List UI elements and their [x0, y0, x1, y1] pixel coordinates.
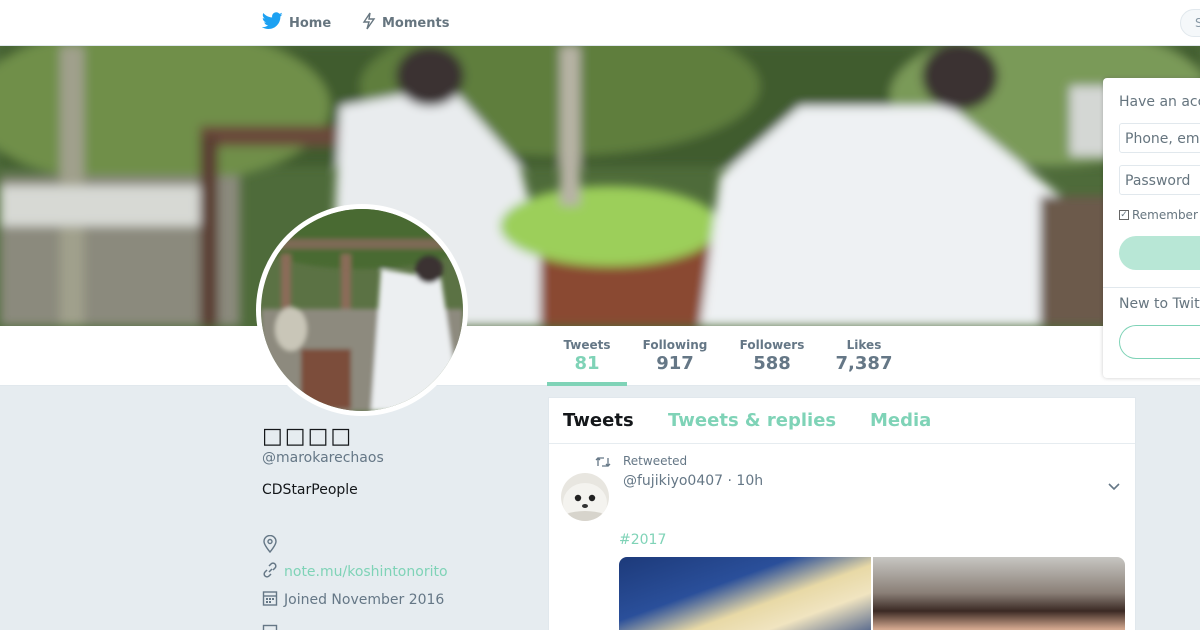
chevron-down-icon[interactable] [1107, 477, 1121, 496]
tweet-time[interactable]: · 10h [728, 473, 764, 489]
tweet-header: @fujikiyo0407 · 10h [623, 473, 763, 489]
signup-button[interactable] [1119, 325, 1200, 359]
username-input[interactable]: Phone, email or username [1119, 123, 1200, 153]
link-icon [262, 561, 278, 583]
profile-bio: CDStarPeople [262, 482, 358, 498]
retweet-icon [595, 453, 611, 472]
profile-photos-row [262, 622, 278, 630]
calendar-icon [262, 589, 278, 611]
nav-moments-label: Moments [382, 15, 450, 31]
login-title: Have an account? [1119, 94, 1200, 110]
profile-handle[interactable]: @marokarechaos [262, 450, 384, 466]
nav-moments[interactable]: Moments [362, 0, 449, 46]
tweet-media[interactable] [619, 557, 1125, 630]
stat-following-label: Following [642, 338, 708, 352]
profile-display-name: □□□□ [262, 424, 354, 449]
stat-followers-value: 588 [753, 353, 791, 374]
retweeted-label: Retweeted [623, 454, 688, 468]
remember-checkbox[interactable]: ✓ [1119, 210, 1129, 220]
login-button[interactable] [1119, 236, 1200, 270]
new-to-twitter-label: New to Twitter? [1119, 296, 1200, 312]
photo-icon [262, 622, 278, 630]
tweet-media-image-2[interactable] [873, 557, 1125, 630]
profile-joined: Joined November 2016 [262, 589, 444, 611]
nav-home-label: Home [289, 15, 332, 31]
stat-likes-label: Likes [846, 338, 882, 352]
lightning-icon [362, 12, 376, 34]
login-card: Have an account? Phone, email or usernam… [1103, 78, 1200, 378]
tab-media[interactable]: Media [870, 410, 931, 431]
stat-followers[interactable]: Followers 588 [734, 326, 810, 386]
tweet-author-avatar[interactable] [561, 473, 609, 521]
profile-website-link[interactable]: note.mu/koshintonorito [284, 564, 448, 580]
twitter-bird-icon [261, 12, 283, 34]
top-navigation: Home Moments S [0, 0, 1200, 46]
password-input[interactable]: Password [1119, 165, 1200, 195]
stat-likes[interactable]: Likes 7,387 [832, 326, 896, 386]
stat-likes-value: 7,387 [835, 353, 893, 374]
login-divider [1103, 287, 1200, 288]
stat-tweets[interactable]: Tweets 81 [547, 326, 627, 386]
stat-following[interactable]: Following 917 [637, 326, 713, 386]
timeline-tabs: Tweets Tweets & replies Media [549, 398, 1135, 444]
profile-joined-label: Joined November 2016 [284, 592, 445, 608]
stat-following-value: 917 [656, 353, 694, 374]
location-pin-icon [262, 534, 278, 557]
profile-location [262, 534, 278, 557]
stat-tweets-value: 81 [574, 353, 600, 374]
tab-tweets-replies[interactable]: Tweets & replies [668, 410, 836, 431]
profile-banner [0, 46, 1200, 326]
stat-tweets-label: Tweets [563, 338, 611, 352]
nav-home[interactable]: Home [261, 0, 332, 46]
stat-followers-label: Followers [739, 338, 805, 352]
search-input[interactable]: S [1180, 9, 1200, 37]
profile-avatar[interactable] [256, 204, 468, 416]
remember-me[interactable]: ✓ Remember me [1119, 208, 1200, 222]
profile-stats-bar: Tweets 81 Following 917 Followers 588 Li… [0, 326, 1200, 386]
tweet-author-handle[interactable]: @fujikiyo0407 [623, 473, 723, 489]
tweet-media-image-1[interactable] [619, 557, 871, 630]
timeline: Tweets Tweets & replies Media Retweeted … [548, 397, 1136, 630]
remember-label: Remember me [1132, 208, 1200, 222]
profile-website: note.mu/koshintonorito [262, 561, 448, 583]
tweet-hashtag[interactable]: #2017 [619, 532, 666, 548]
tweet-item[interactable]: Retweeted @fujikiyo0407 · 10h #2017 [549, 444, 1135, 630]
tab-tweets[interactable]: Tweets [563, 410, 634, 431]
